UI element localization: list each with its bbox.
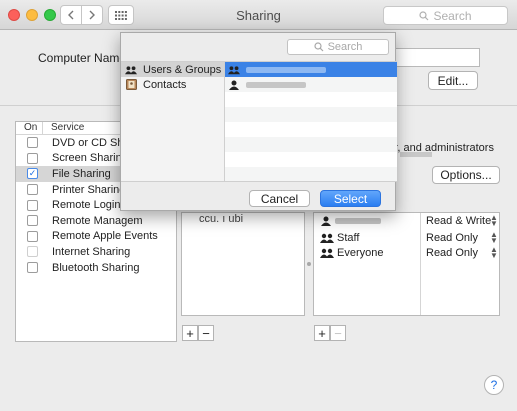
search-icon [419,10,429,20]
group-icon [320,233,334,243]
service-label: Internet Sharing [52,245,131,258]
service-row-remote-management[interactable]: Remote Managem [16,213,176,229]
add-user-button[interactable]: + [314,325,330,341]
permission-value: Read & Write [426,215,492,227]
list-item-empty [225,107,397,122]
remove-user-button[interactable]: − [330,325,346,341]
service-label: Remote Apple Events [52,230,158,243]
source-label: Contacts [143,78,187,91]
list-item-empty [225,167,397,182]
user-name-text: Staff [337,232,360,244]
user-row[interactable]: Read & Write ▲ ▼ [314,213,501,229]
service-label: Printer Sharing [52,183,126,196]
user-name: Everyone [320,247,383,259]
shared-folders-list[interactable] [181,212,305,316]
sheet-search-field[interactable]: Search [287,39,389,55]
redacted-text [400,152,432,157]
source-list[interactable]: Users & Groups Contacts [121,61,225,181]
source-users-groups[interactable]: Users & Groups [121,62,224,77]
user-group-icon [228,65,240,75]
list-item[interactable] [225,62,397,77]
permission-value: Read Only [426,247,478,259]
toolbar: Sharing Search [0,0,517,30]
service-label: Remote Managem [52,214,143,227]
options-button[interactable]: Options... [432,166,500,184]
toolbar-search-placeholder: Search [433,8,472,23]
service-checkbox[interactable] [27,184,38,196]
user-name: Staff [320,232,359,244]
redacted-name [246,81,306,88]
service-label: Bluetooth Sharing [52,261,140,274]
updown-arrow-icon[interactable]: ▲ ▼ [490,231,498,245]
service-checkbox[interactable] [27,215,38,227]
updown-arrow-icon[interactable]: ▲ ▼ [490,246,498,260]
service-label: Remote Login [52,199,121,212]
service-checkbox[interactable] [27,262,38,274]
computer-name-label: Computer Name: [38,51,130,65]
split-handle[interactable] [307,262,311,266]
user-row[interactable]: Staff Read Only ▲ ▼ [314,230,501,246]
column-header-on: On [16,122,43,134]
sharing-window: Sharing Search Computer Name: Edit... On… [0,0,517,411]
shared-folder-item[interactable]: ccu. ı ubi [199,213,243,225]
source-label: Users & Groups [143,63,222,76]
user-name-text: Everyone [337,247,384,259]
list-item-empty [225,122,397,137]
list-item-empty [225,152,397,167]
list-item-empty [225,137,397,152]
service-checkbox[interactable]: ✓ [27,168,38,180]
service-checkbox[interactable] [27,137,38,149]
group-icon [320,248,334,258]
service-checkbox[interactable] [27,152,38,164]
redacted-user-name [335,218,381,224]
cancel-button[interactable]: Cancel [249,190,310,207]
user-icon [321,216,331,226]
select-button[interactable]: Select [320,190,381,207]
updown-arrow-icon[interactable]: ▲ ▼ [490,214,498,228]
service-label: DVD or CD Sha [52,136,130,149]
contacts-icon [125,79,137,90]
service-label: File Sharing [52,167,111,180]
edit-button[interactable]: Edit... [428,71,478,90]
user-row[interactable]: Everyone Read Only ▲ ▼ [314,245,501,261]
user-name [320,216,381,226]
sheet-button-bar: Cancel Select [121,181,397,212]
permission-value: Read Only [426,232,478,244]
service-row-internet-sharing[interactable]: Internet Sharing [16,244,176,260]
service-label: Screen Sharing [52,152,128,165]
add-folder-button[interactable]: + [182,325,198,341]
user-list[interactable] [225,61,397,182]
user-picker-sheet: Search Users & Groups Contacts Cancel Se… [120,32,397,212]
service-row-remote-apple-events[interactable]: Remote Apple Events [16,229,176,245]
redacted-name [246,66,326,73]
users-plus-minus: + − [314,325,346,341]
service-row-bluetooth-sharing[interactable]: Bluetooth Sharing [16,260,176,276]
search-icon [313,42,323,52]
service-checkbox[interactable] [27,246,38,258]
users-groups-icon [125,64,137,75]
column-header-service: Service [51,122,85,133]
help-button[interactable]: ? [484,375,504,395]
list-item[interactable] [225,77,397,92]
service-checkbox[interactable] [27,199,38,211]
remove-folder-button[interactable]: − [198,325,214,341]
service-checkbox[interactable] [27,230,38,242]
source-contacts[interactable]: Contacts [121,77,224,92]
toolbar-search-field[interactable]: Search [383,6,508,25]
folders-plus-minus: + − [182,325,214,341]
computer-name-field[interactable] [395,48,480,67]
sheet-search-placeholder: Search [327,41,363,53]
list-item-empty [225,92,397,107]
users-permissions-list[interactable]: Read & Write ▲ ▼ Staff Read Only ▲ ▼ Every… [313,212,500,316]
user-icon [228,80,240,90]
